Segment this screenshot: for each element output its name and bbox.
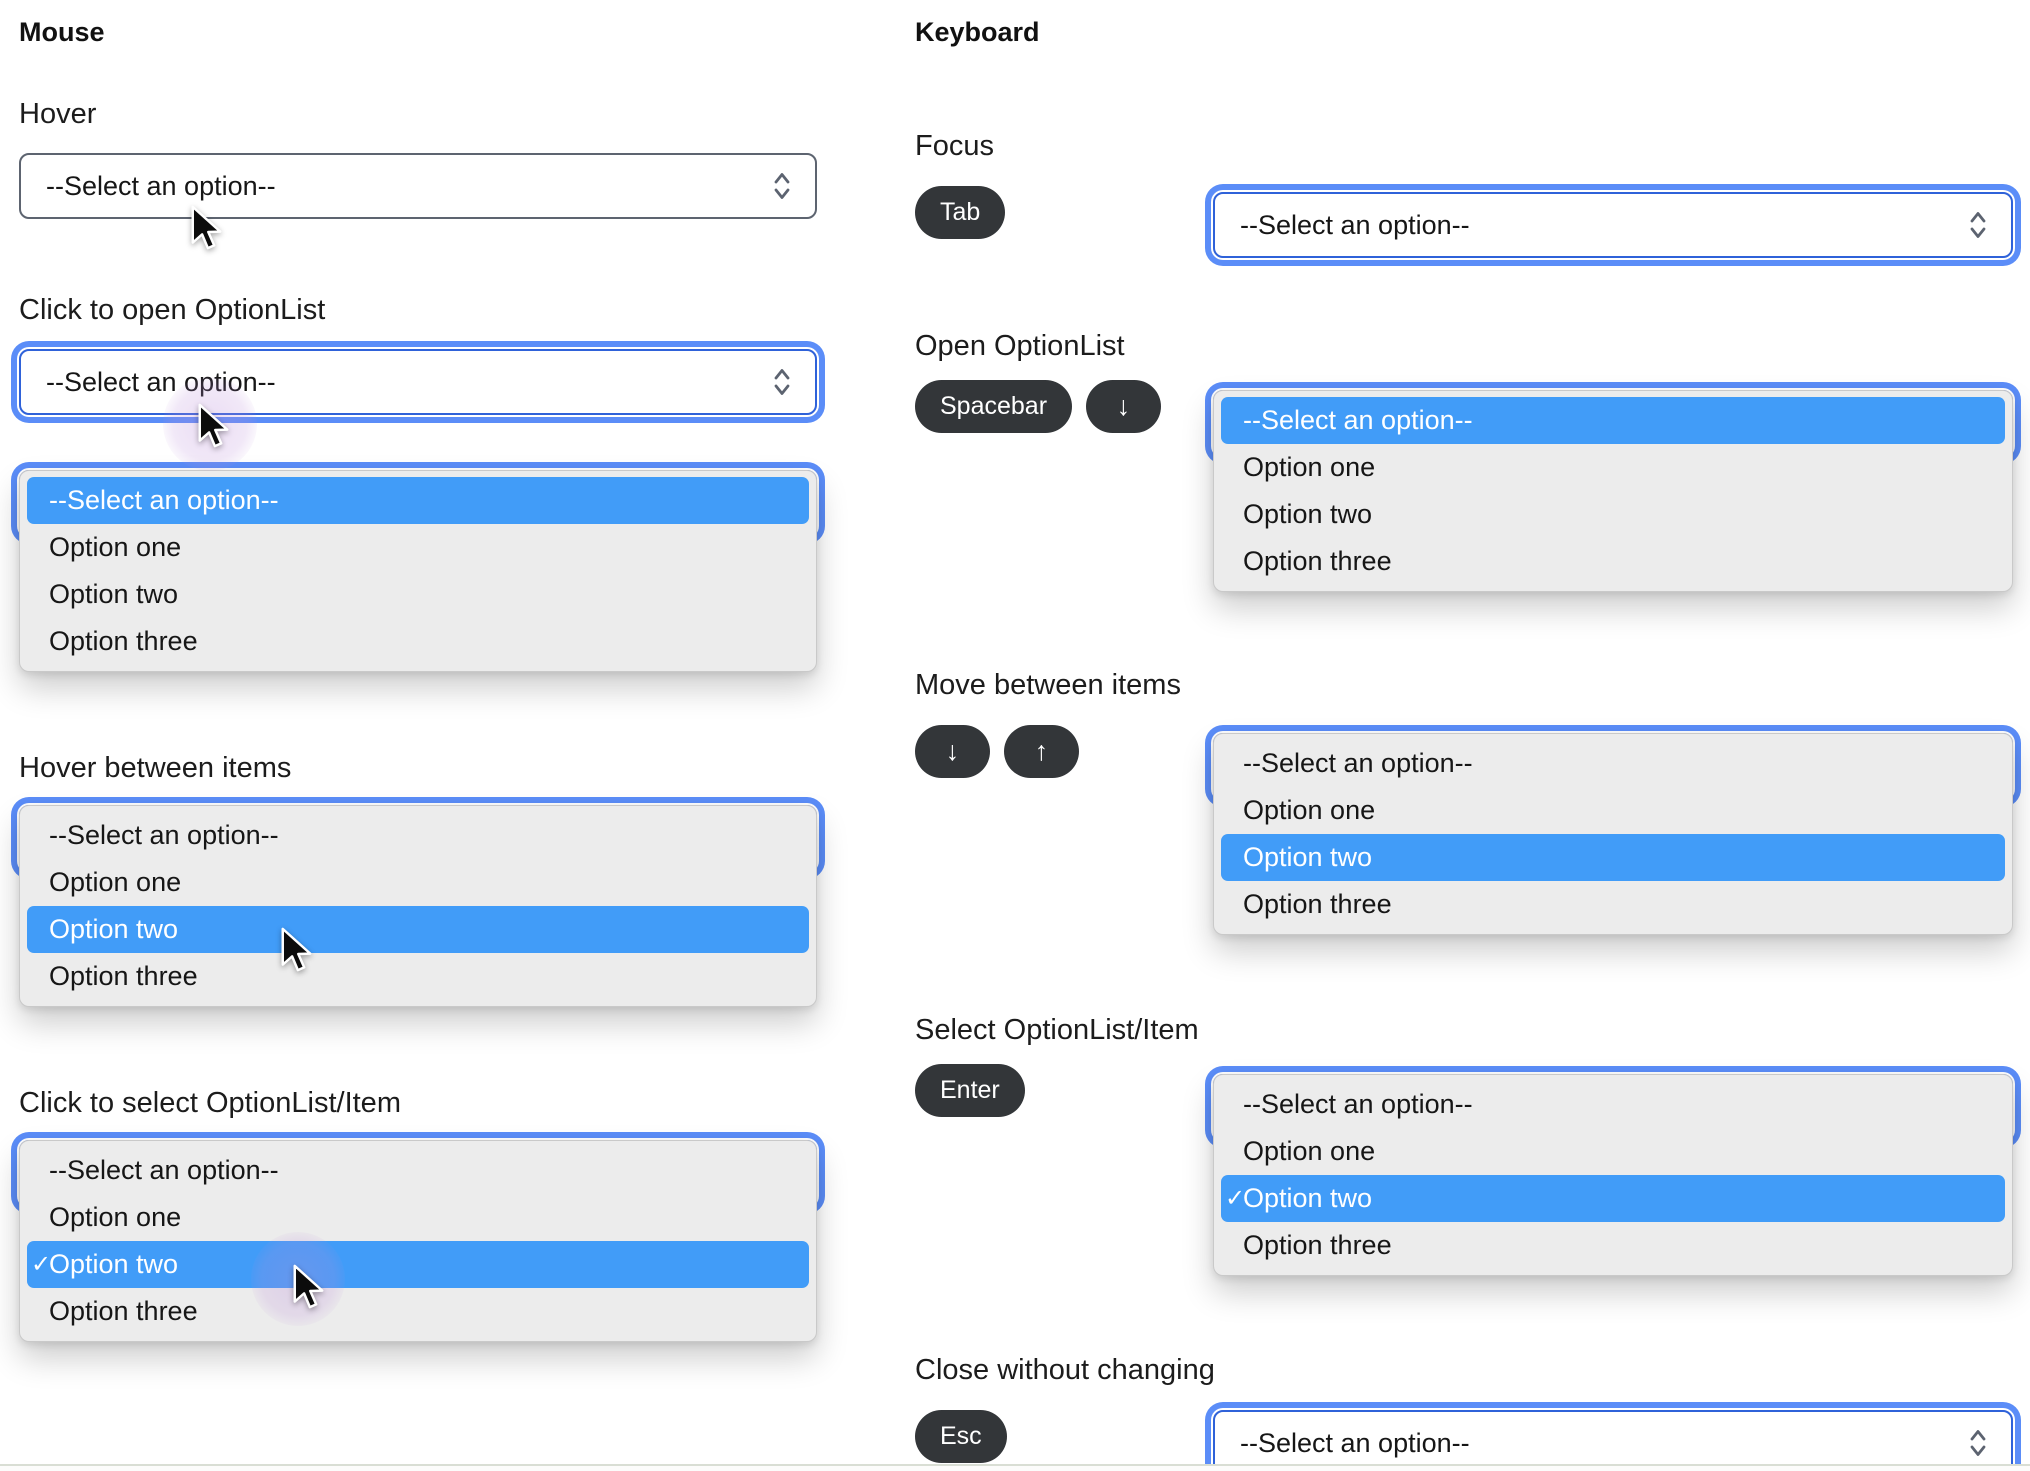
option-item[interactable]: Option one xyxy=(20,524,816,571)
key-esc: Esc xyxy=(915,1410,1007,1463)
open-select-demo: --Select an option-- Option one Option t… xyxy=(19,470,817,684)
section-label-focus: Focus xyxy=(915,130,994,162)
mouse-cursor-icon xyxy=(198,403,229,448)
option-item[interactable]: Option one xyxy=(20,1194,816,1241)
option-item-highlighted[interactable]: --Select an option-- xyxy=(27,477,809,524)
select-value: --Select an option-- xyxy=(1240,209,1470,240)
select-value: --Select an option-- xyxy=(46,170,276,201)
section-label-open: Open OptionList xyxy=(915,330,1125,362)
option-item[interactable]: Option two xyxy=(20,571,816,618)
keyboard-row-select: Enter --Select an option-- Option one ✓ … xyxy=(915,1064,2023,1288)
option-item-highlighted[interactable]: Option two xyxy=(1221,834,2005,881)
select-value: --Select an option-- xyxy=(1240,1427,1470,1458)
open-select-demo: --Select an option-- Option one Option t… xyxy=(1213,733,2013,947)
updown-chevron-icon xyxy=(1970,1430,1986,1456)
option-item-selected[interactable]: ✓ Option two xyxy=(27,1241,809,1288)
key-arrow-down: ↓ xyxy=(915,725,990,778)
option-item-highlighted[interactable]: Option two xyxy=(27,906,809,953)
keyboard-column-title: Keyboard xyxy=(915,17,1040,47)
key-enter: Enter xyxy=(915,1064,1025,1117)
updown-chevron-icon xyxy=(774,369,790,395)
option-item[interactable]: --Select an option-- xyxy=(20,812,816,859)
mouse-cursor-icon xyxy=(191,205,222,250)
section-label-hover-items: Hover between items xyxy=(19,752,292,784)
keyboard-column: Keyboard Focus Tab --Select an option-- … xyxy=(915,0,2023,1471)
updown-chevron-icon xyxy=(1970,212,1986,238)
key-arrow-down: ↓ xyxy=(1086,380,1162,433)
section-label-close: Close without changing xyxy=(915,1354,1215,1386)
check-icon: ✓ xyxy=(31,1251,52,1278)
open-select-demo: --Select an option-- Option one ✓ Option… xyxy=(19,1140,817,1354)
mouse-cursor-icon xyxy=(293,1264,324,1309)
option-item[interactable]: --Select an option-- xyxy=(20,1147,816,1194)
keyboard-row-focus: Tab --Select an option-- xyxy=(915,186,2023,258)
option-item[interactable]: --Select an option-- xyxy=(1214,740,2012,787)
option-list: --Select an option-- Option one Option t… xyxy=(19,470,817,672)
option-item[interactable]: Option two xyxy=(1214,491,2012,538)
option-item[interactable]: Option three xyxy=(20,953,816,1000)
updown-chevron-icon xyxy=(774,173,790,199)
open-select-demo: --Select an option-- Option one Option t… xyxy=(19,805,817,1019)
option-list: --Select an option-- Option one Option t… xyxy=(19,805,817,1007)
mouse-cursor-icon xyxy=(281,927,312,972)
key-arrow-up: ↑ xyxy=(1004,725,1079,778)
keyboard-row-open: Spacebar ↓ --Select an option-- Option o… xyxy=(915,380,2023,604)
option-list: --Select an option-- Option one ✓ Option… xyxy=(1213,1074,2013,1276)
option-item[interactable]: Option three xyxy=(1214,1222,2012,1269)
option-item[interactable]: Option three xyxy=(1214,538,2012,585)
option-list: --Select an option-- Option one Option t… xyxy=(1213,390,2013,592)
section-label-move: Move between items xyxy=(915,669,1181,701)
section-label-hover: Hover xyxy=(19,98,97,130)
section-label-click-open: Click to open OptionList xyxy=(19,294,326,326)
mouse-column: Mouse Hover --Select an option-- Click t… xyxy=(19,0,817,1354)
option-item[interactable]: Option one xyxy=(20,859,816,906)
option-item[interactable]: Option three xyxy=(20,1288,816,1335)
mouse-column-title: Mouse xyxy=(19,17,105,47)
option-item[interactable]: Option one xyxy=(1214,444,2012,491)
select-trigger-focused[interactable]: --Select an option-- xyxy=(19,349,817,471)
select-trigger-focused[interactable]: --Select an option-- xyxy=(1213,192,2013,258)
check-icon: ✓ xyxy=(1225,1185,1246,1212)
optionlist-docs-page: Mouse Hover --Select an option-- Click t… xyxy=(0,0,2030,1471)
key-tab: Tab xyxy=(915,186,1006,239)
section-label-select: Select OptionList/Item xyxy=(915,1014,1199,1046)
option-item[interactable]: Option one xyxy=(1214,787,2012,834)
option-item-label: Option two xyxy=(1243,1183,1373,1213)
option-item[interactable]: Option three xyxy=(20,618,816,665)
option-item[interactable]: Option one xyxy=(1214,1128,2012,1175)
key-spacebar: Spacebar xyxy=(915,380,1073,433)
option-item-highlighted[interactable]: --Select an option-- xyxy=(1221,397,2005,444)
option-list: --Select an option-- Option one Option t… xyxy=(1213,733,2013,935)
keyboard-row-close: Esc --Select an option-- xyxy=(915,1404,2023,1471)
option-item[interactable]: --Select an option-- xyxy=(1214,1081,2012,1128)
select-trigger[interactable]: --Select an option-- xyxy=(19,153,817,250)
section-label-click-select: Click to select OptionList/Item xyxy=(19,1087,401,1119)
option-item[interactable]: Option three xyxy=(1214,881,2012,928)
option-item-selected[interactable]: ✓ Option two xyxy=(1221,1175,2005,1222)
option-item-label: Option two xyxy=(49,1249,179,1279)
open-select-demo: --Select an option-- Option one Option t… xyxy=(1213,390,2013,604)
select-trigger-focused[interactable]: --Select an option-- xyxy=(1213,1410,2013,1471)
open-select-demo: --Select an option-- Option one ✓ Option… xyxy=(1213,1074,2013,1288)
keyboard-row-move: ↓ ↑ --Select an option-- Option one Opti… xyxy=(915,723,2023,947)
option-list: --Select an option-- Option one ✓ Option… xyxy=(19,1140,817,1342)
next-section-edge xyxy=(0,1464,2030,1471)
